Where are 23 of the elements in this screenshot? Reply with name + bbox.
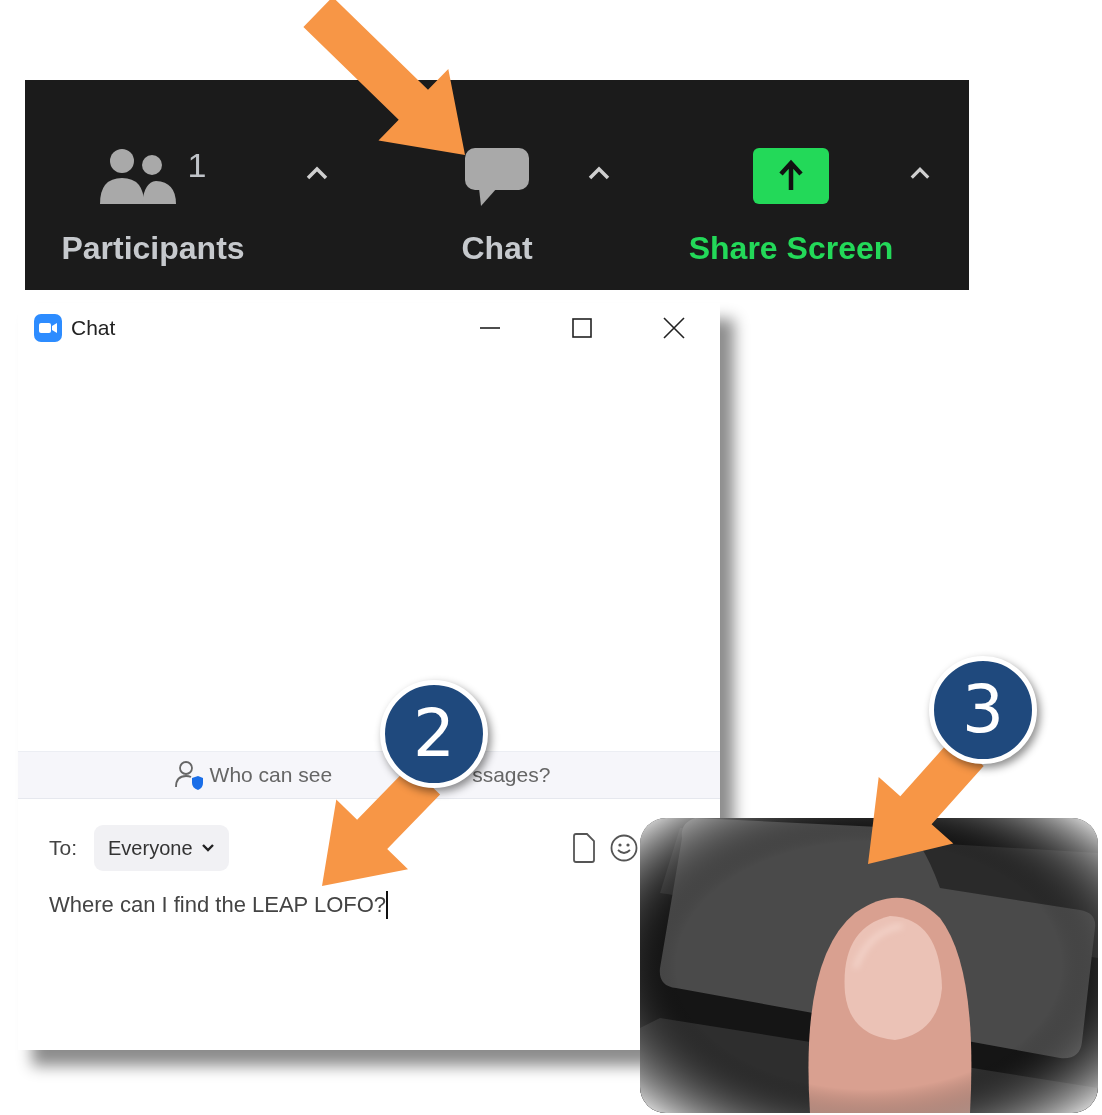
caret-icon <box>305 166 329 180</box>
caret-icon <box>587 166 611 180</box>
file-icon[interactable] <box>572 833 596 863</box>
privacy-notice-text: Who can see <box>209 763 333 787</box>
speech-bubble-icon <box>465 148 529 206</box>
share-screen-icon <box>753 148 829 204</box>
video-camera-app-icon <box>34 314 62 342</box>
window-title: Chat <box>71 316 116 340</box>
participants-button[interactable]: 1 Participants <box>43 80 263 267</box>
options-caret-button[interactable] <box>909 166 931 180</box>
emoji-icon[interactable] <box>610 834 638 862</box>
maximize-icon[interactable] <box>571 317 593 339</box>
close-icon[interactable] <box>663 317 685 339</box>
share-screen-button[interactable]: Share Screen <box>680 80 902 267</box>
message-input[interactable]: Where can I find the LEAP LOFO? <box>49 885 449 925</box>
participant-count: 1 <box>187 148 207 182</box>
chat-button[interactable]: Chat <box>437 80 557 267</box>
caret-icon <box>909 166 931 180</box>
chevron-icon <box>200 843 215 853</box>
recipient-dropdown[interactable]: Everyone <box>94 825 229 871</box>
recipient-label: To: <box>49 836 77 860</box>
person-shield-icon <box>173 760 204 790</box>
people-icon <box>99 148 176 206</box>
